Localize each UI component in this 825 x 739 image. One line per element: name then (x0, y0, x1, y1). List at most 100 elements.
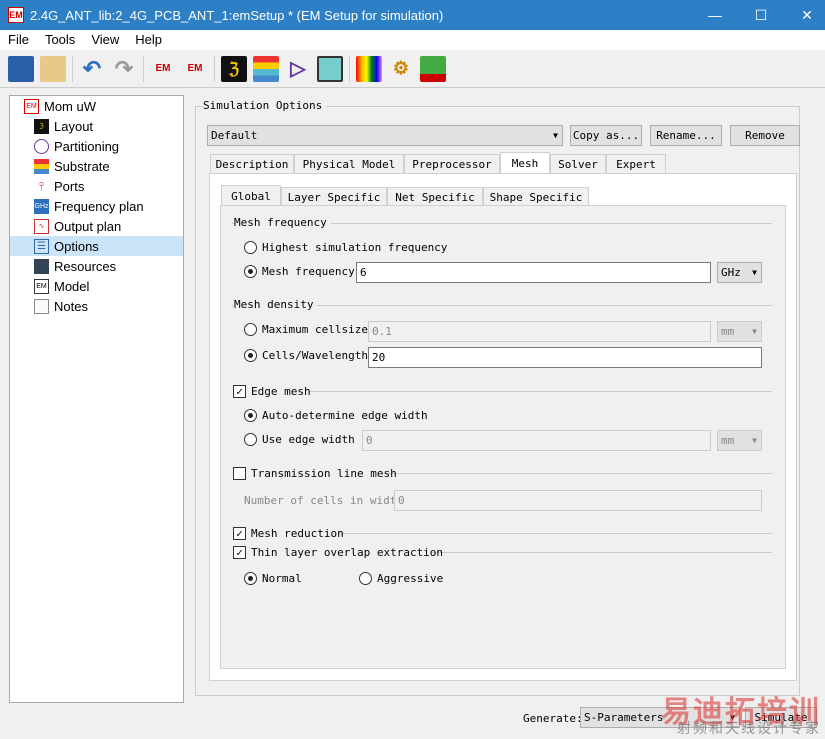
remove-button[interactable]: Remove (730, 125, 800, 146)
aggressive-radio[interactable] (359, 572, 372, 585)
cells-wavelength-input[interactable]: 20 (368, 347, 762, 368)
tree-item-notes[interactable]: Notes (10, 296, 183, 316)
max-cellsize-radio[interactable] (244, 323, 257, 336)
tree-item-options[interactable]: ☰ Options (10, 236, 183, 256)
tab-mesh[interactable]: Mesh (500, 152, 550, 174)
tab-description[interactable]: Description (210, 154, 294, 174)
subtab-global[interactable]: Global (221, 185, 281, 207)
highest-frequency-radio[interactable] (244, 241, 257, 254)
menu-view[interactable]: View (83, 30, 127, 50)
mesh-density-heading: Mesh density (234, 298, 318, 311)
tree-item-ports[interactable]: ⫯ Ports (10, 176, 183, 196)
tree-item-resources[interactable]: Resources (10, 256, 183, 276)
watermark-subtitle: 射频和天线设计专家 (677, 720, 821, 736)
thin-layer-label: Thin layer overlap extraction (251, 546, 444, 559)
menu-bar: File Tools View Help (0, 30, 825, 50)
port-icon[interactable]: ▷ (285, 56, 311, 82)
redo-icon[interactable]: ↷ (111, 56, 137, 82)
close-button[interactable]: ✕ (784, 0, 825, 30)
use-edge-width-radio[interactable] (244, 433, 257, 446)
tree-item-layout[interactable]: ℨ Layout (10, 116, 183, 136)
auto-edge-radio[interactable] (244, 409, 257, 422)
mesh-frequency-label: Mesh frequency (262, 265, 355, 278)
3d-box-icon[interactable] (317, 55, 343, 82)
divider (386, 473, 772, 474)
divider (430, 552, 772, 553)
tree-root[interactable]: EM Mom uW (10, 96, 183, 116)
auto-edge-label: Auto-determine edge width (262, 409, 428, 422)
minimize-button[interactable]: — (692, 0, 738, 30)
substrate-icon[interactable] (253, 55, 279, 82)
copy-as-button[interactable]: Copy as... (570, 125, 642, 146)
chevron-down-icon: ▼ (752, 268, 757, 277)
divider (340, 533, 772, 534)
tree-label: Ports (54, 178, 85, 194)
subtab-layer-specific[interactable]: Layer Specific (281, 187, 387, 207)
max-cellsize-label: Maximum cellsize (262, 323, 368, 336)
menu-tools[interactable]: Tools (37, 30, 83, 50)
layout-icon[interactable]: ℨ (221, 55, 247, 82)
tab-physical-model[interactable]: Physical Model (294, 154, 404, 174)
max-cellsize-input[interactable]: 0.1 (368, 321, 711, 342)
edge-width-input[interactable]: 0 (362, 430, 711, 451)
transmission-line-checkbox[interactable] (233, 467, 246, 480)
edge-unit-select[interactable]: mm ▼ (717, 430, 762, 451)
cells-wavelength-label: Cells/Wavelength (262, 349, 368, 362)
tree-label: Substrate (54, 158, 110, 174)
open-icon[interactable] (40, 55, 66, 82)
frequency-unit-select[interactable]: GHz ▼ (717, 262, 762, 283)
cellsize-unit-select[interactable]: mm ▼ (717, 321, 762, 342)
visualize-icon[interactable] (420, 55, 446, 82)
options-icon: ☰ (34, 238, 49, 254)
em-setup-icon[interactable]: EM (150, 56, 176, 82)
window-title: 2.4G_ANT_lib:2_4G_PCB_ANT_1:emSetup * (E… (30, 7, 444, 23)
tree-item-frequency-plan[interactable]: GHz Frequency plan (10, 196, 183, 216)
em-remove-icon[interactable]: EM (182, 56, 208, 82)
tab-expert[interactable]: Expert (606, 154, 666, 174)
title-bar: EM 2.4G_ANT_lib:2_4G_PCB_ANT_1:emSetup *… (0, 0, 825, 30)
normal-radio[interactable] (244, 572, 257, 585)
thin-layer-checkbox[interactable]: ✓ (233, 546, 246, 559)
app-icon: EM (8, 7, 24, 23)
tree-item-partitioning[interactable]: Partitioning (10, 136, 183, 156)
tree-label: Resources (54, 258, 117, 274)
unit-value: GHz (721, 266, 741, 279)
subtab-net-specific[interactable]: Net Specific (387, 187, 483, 207)
mesh-frequency-input[interactable]: 6 (356, 262, 711, 283)
save-icon[interactable] (8, 55, 34, 82)
tree-label: Frequency plan (54, 198, 144, 214)
preset-select[interactable]: Default ▼ (207, 125, 563, 146)
ports-icon: ⫯ (38, 178, 45, 193)
chevron-down-icon: ▼ (752, 327, 757, 336)
aggressive-label: Aggressive (377, 572, 444, 585)
cells-wavelength-radio[interactable] (244, 349, 257, 362)
tree-item-substrate[interactable]: Substrate (10, 156, 183, 176)
edge-mesh-label: Edge mesh (251, 385, 311, 398)
mesh-frequency-radio[interactable] (244, 265, 257, 278)
menu-help[interactable]: Help (127, 30, 170, 50)
notes-icon (34, 298, 49, 314)
maximize-button[interactable]: ☐ (738, 0, 784, 30)
substrate-icon (34, 158, 49, 174)
tree-label: Output plan (54, 218, 122, 234)
mesh-reduction-checkbox[interactable]: ✓ (233, 527, 246, 540)
tree-item-model[interactable]: EM Model (10, 276, 183, 296)
model-icon: EM (34, 278, 49, 294)
rename-button[interactable]: Rename... (650, 125, 722, 146)
setup-tree: EM Mom uW ℨ Layout Partitioning Substrate … (9, 95, 184, 703)
undo-icon[interactable]: ↶ (79, 56, 105, 82)
tree-item-output-plan[interactable]: ∿ Output plan (10, 216, 183, 236)
num-cells-input[interactable]: 0 (394, 490, 762, 511)
normal-label: Normal (262, 572, 302, 585)
tab-preprocessor[interactable]: Preprocessor (404, 154, 500, 174)
edge-mesh-checkbox[interactable]: ✓ (233, 385, 246, 398)
chevron-down-icon: ▼ (553, 131, 558, 140)
divider (143, 55, 144, 82)
menu-file[interactable]: File (0, 30, 37, 50)
subtab-shape-specific[interactable]: Shape Specific (483, 187, 589, 207)
rainbow-icon[interactable] (356, 55, 382, 82)
tab-solver[interactable]: Solver (550, 154, 606, 174)
group-title: Simulation Options (203, 99, 327, 112)
tree-root-label: Mom uW (44, 98, 96, 114)
simulate-gear-icon[interactable]: ⚙ (388, 56, 414, 82)
